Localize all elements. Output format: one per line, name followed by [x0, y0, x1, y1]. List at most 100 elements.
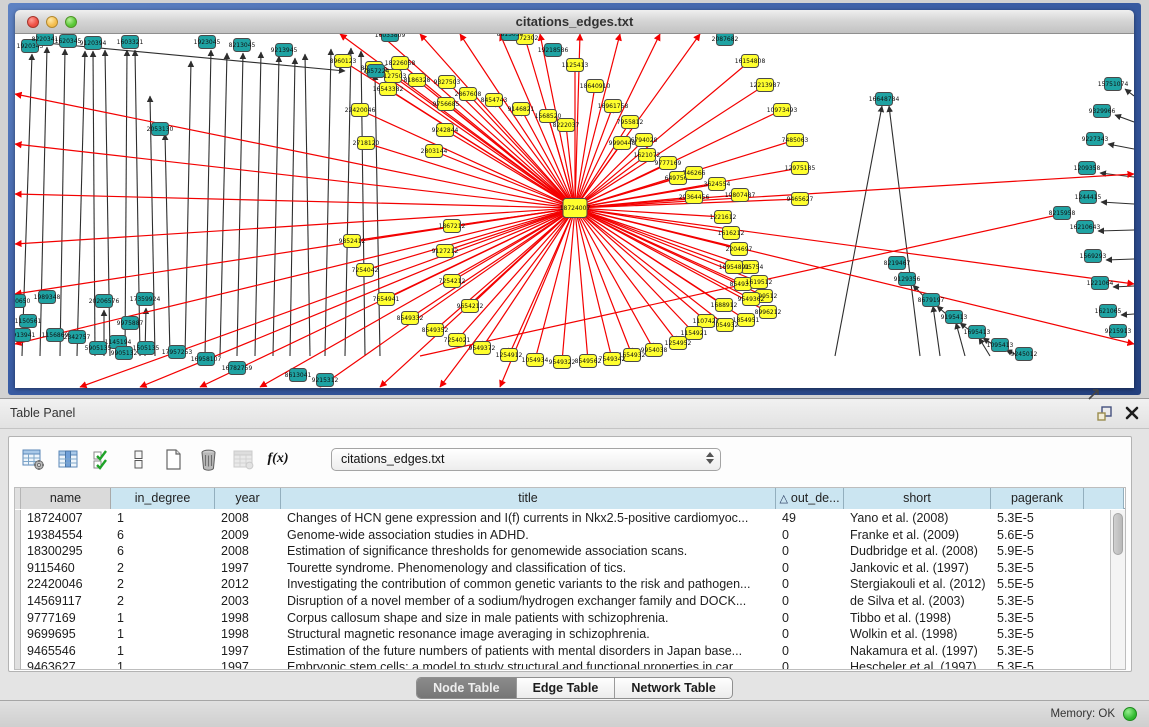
- graph-node[interactable]: 9245012: [1011, 348, 1038, 361]
- cell-out_de...[interactable]: 0: [776, 659, 844, 670]
- cell-name[interactable]: 19384554: [21, 527, 111, 544]
- graph-node[interactable]: 9654212: [457, 300, 484, 313]
- cell-name[interactable]: 9463627: [21, 659, 111, 670]
- cell-name[interactable]: 14569117: [21, 593, 111, 610]
- delete-rows-icon[interactable]: [196, 447, 220, 471]
- float-panel-icon[interactable]: [1097, 405, 1113, 421]
- graph-node[interactable]: 8549352: [422, 324, 449, 337]
- select-attributes-icon[interactable]: [91, 447, 115, 471]
- graph-node[interactable]: 1095413: [987, 339, 1014, 352]
- cell-name[interactable]: 9699695: [21, 626, 111, 643]
- column-header-name[interactable]: name: [21, 488, 111, 509]
- cell-short[interactable]: Stergiakouli et al. (2012): [844, 576, 991, 593]
- cell-out_de...[interactable]: 0: [776, 560, 844, 577]
- graph-node[interactable]: 20206576: [89, 295, 120, 308]
- graph-node[interactable]: 1054934: [522, 354, 549, 367]
- tab-node-table[interactable]: Node Table: [417, 678, 516, 698]
- table-row[interactable]: 1830029562008Estimation of significance …: [15, 543, 1110, 560]
- graph-node[interactable]: 2803144: [421, 145, 448, 158]
- cell-pagerank[interactable]: 5.3E-5: [991, 626, 1084, 643]
- cell-short[interactable]: Dudbridge et al. (2008): [844, 543, 991, 560]
- graph-node[interactable]: 8549562: [575, 355, 602, 368]
- table-settings-icon[interactable]: [21, 447, 45, 471]
- graph-node[interactable]: 16154808: [735, 55, 766, 68]
- cell-in_degree[interactable]: 2: [111, 593, 215, 610]
- graph-node[interactable]: 10807487: [725, 189, 756, 202]
- graph-node[interactable]: 2520650: [15, 295, 31, 308]
- cell-in_degree[interactable]: 1: [111, 626, 215, 643]
- graph-node[interactable]: 8960123: [330, 55, 357, 68]
- cell-out_de...[interactable]: 49: [776, 510, 844, 527]
- cell-pagerank[interactable]: 5.6E-5: [991, 527, 1084, 544]
- cell-pagerank[interactable]: 5.3E-5: [991, 560, 1084, 577]
- graph-node[interactable]: 16210643: [1070, 221, 1101, 234]
- cell-out_de...[interactable]: 0: [776, 543, 844, 560]
- new-table-icon[interactable]: [161, 447, 185, 471]
- cell-title[interactable]: Tourette syndrome. Phenomenology and cla…: [281, 560, 776, 577]
- cell-pagerank[interactable]: 5.9E-5: [991, 543, 1084, 560]
- tab-edge-table[interactable]: Edge Table: [517, 678, 616, 698]
- cell-year[interactable]: 1998: [215, 626, 281, 643]
- graph-node[interactable]: 1688912: [711, 299, 738, 312]
- cell-out_de...[interactable]: 0: [776, 610, 844, 627]
- column-header-in_degree[interactable]: in_degree: [111, 488, 215, 509]
- graph-node[interactable]: 9127212: [432, 245, 459, 258]
- graph-node[interactable]: 16033809: [375, 34, 406, 42]
- graph-node[interactable]: 8215958: [1049, 207, 1076, 220]
- cell-short[interactable]: Yano et al. (2008): [844, 510, 991, 527]
- column-header-year[interactable]: year: [215, 488, 281, 509]
- cell-name[interactable]: 9465546: [21, 643, 111, 660]
- graph-node[interactable]: 2204697: [726, 243, 753, 256]
- graph-node[interactable]: 3624554: [704, 178, 731, 191]
- cell-title[interactable]: Embryonic stem cells: a model to study s…: [281, 659, 776, 670]
- cell-title[interactable]: Disruption of a novel member of a sodium…: [281, 593, 776, 610]
- table-row[interactable]: 1456911722003Disruption of a novel membe…: [15, 593, 1110, 610]
- graph-node[interactable]: 7254042: [352, 264, 379, 277]
- graph-node[interactable]: 16543382: [373, 83, 404, 96]
- table-row[interactable]: 911546021997Tourette syndrome. Phenomeno…: [15, 560, 1110, 577]
- cell-name[interactable]: 18724007: [21, 510, 111, 527]
- table-row[interactable]: 946362711997Embryonic stem cells: a mode…: [15, 659, 1110, 670]
- graph-node[interactable]: 1569293: [1080, 250, 1107, 263]
- graph-node[interactable]: 16782759: [222, 362, 253, 375]
- graph-node[interactable]: 9327503: [434, 76, 461, 89]
- network-window-titlebar[interactable]: citations_edges.txt: [15, 10, 1134, 34]
- graph-node[interactable]: 17359924: [130, 293, 161, 306]
- graph-node[interactable]: 1695413: [964, 326, 991, 339]
- cell-in_degree[interactable]: 1: [111, 643, 215, 660]
- cell-in_degree[interactable]: 2: [111, 576, 215, 593]
- graph-node[interactable]: 7254021: [444, 334, 471, 347]
- graph-node[interactable]: 8213045: [229, 39, 256, 52]
- graph-node[interactable]: 1867212: [439, 220, 466, 233]
- graph-node[interactable]: 12213987: [750, 79, 781, 92]
- cell-name[interactable]: 9115460: [21, 560, 111, 577]
- cell-title[interactable]: Structural magnetic resonance image aver…: [281, 626, 776, 643]
- column-header-pagerank[interactable]: pagerank: [991, 488, 1084, 509]
- cell-year[interactable]: 2008: [215, 543, 281, 560]
- graph-node[interactable]: 16648784: [869, 93, 900, 106]
- graph-node[interactable]: 9129356: [894, 273, 921, 286]
- cell-short[interactable]: Tibbo et al. (1998): [844, 610, 991, 627]
- graph-node[interactable]: 1150561: [15, 315, 42, 328]
- cell-out_de...[interactable]: 0: [776, 643, 844, 660]
- cell-name[interactable]: 18300295: [21, 543, 111, 560]
- cell-name[interactable]: 9777169: [21, 610, 111, 627]
- cell-title[interactable]: Investigating the contribution of common…: [281, 576, 776, 593]
- table-row[interactable]: 969969511998Structural magnetic resonanc…: [15, 626, 1110, 643]
- cell-title[interactable]: Changes of HCN gene expression and I(f) …: [281, 510, 776, 527]
- graph-node[interactable]: 1989348: [34, 291, 61, 304]
- table-row[interactable]: 1938455462009Genome-wide association stu…: [15, 527, 1110, 544]
- cell-pagerank[interactable]: 5.3E-5: [991, 510, 1084, 527]
- cell-out_de...[interactable]: 0: [776, 527, 844, 544]
- graph-node[interactable]: 746266: [683, 167, 706, 180]
- graph-node[interactable]: 8454743: [481, 94, 508, 107]
- cell-year[interactable]: 1997: [215, 659, 281, 670]
- cell-short[interactable]: Nakamura et al. (1997): [844, 643, 991, 660]
- graph-node[interactable]: 8679197: [918, 294, 945, 307]
- close-panel-icon[interactable]: [1125, 406, 1139, 420]
- column-header-short[interactable]: short: [844, 488, 991, 509]
- memory-status-icon[interactable]: [1123, 707, 1137, 721]
- graph-node[interactable]: 9120394: [80, 37, 107, 50]
- graph-node[interactable]: 2087682: [712, 34, 739, 46]
- cell-in_degree[interactable]: 1: [111, 610, 215, 627]
